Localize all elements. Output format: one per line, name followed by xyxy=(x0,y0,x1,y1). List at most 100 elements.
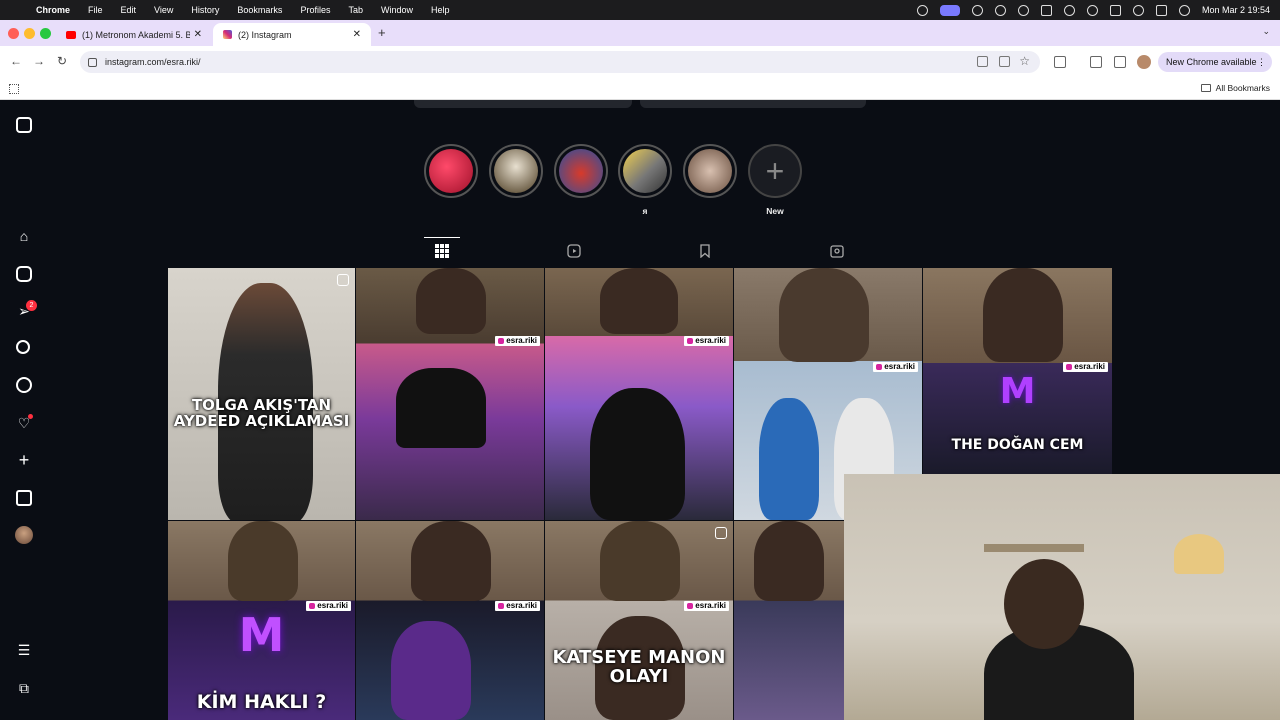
active-tab-indicator xyxy=(424,237,460,238)
webcam-overlay xyxy=(844,474,1280,720)
metronom-logo: M xyxy=(238,608,285,662)
post-photo xyxy=(396,368,486,448)
highlight-item[interactable] xyxy=(683,144,737,206)
input-source-icon[interactable] xyxy=(1040,4,1052,16)
post-tile[interactable]: esra.riki KATSEYE MANON OLAYI xyxy=(545,521,733,720)
menu-help[interactable]: Help xyxy=(431,5,450,15)
highlight-item[interactable] xyxy=(554,144,608,206)
menu-history[interactable]: History xyxy=(191,5,219,15)
instagram-sidebar: ⌂ ➢ 2 ♡ + ☰ ⧉ xyxy=(0,100,48,720)
close-window-button[interactable] xyxy=(8,28,19,39)
minimize-window-button[interactable] xyxy=(24,28,35,39)
update-label: New Chrome available xyxy=(1166,57,1257,67)
home-icon[interactable]: ⌂ xyxy=(16,228,32,244)
post-tile[interactable]: esra.riki xyxy=(356,268,544,520)
close-tab-icon[interactable]: ✕ xyxy=(353,29,361,40)
username-tag: esra.riki xyxy=(306,601,351,611)
telegram-icon[interactable] xyxy=(971,4,983,16)
url-text[interactable]: instagram.com/esra.riki/ xyxy=(105,57,201,67)
posts-grid-icon[interactable] xyxy=(435,244,449,258)
bookmark-star-icon[interactable]: ☆ xyxy=(1019,54,1030,68)
saved-bookmark-icon[interactable] xyxy=(698,244,712,258)
also-from-meta-icon[interactable]: ⧉ xyxy=(16,680,32,696)
tab-youtube[interactable]: (1) Metronom Akademi 5. Bölü ✕ xyxy=(56,23,212,46)
sync-icon[interactable] xyxy=(994,4,1006,16)
install-app-icon[interactable] xyxy=(999,56,1010,67)
control-center-icon[interactable] xyxy=(1155,4,1167,16)
reel-badge-icon xyxy=(337,274,349,286)
menu-app-name[interactable]: Chrome xyxy=(36,5,70,15)
profile-avatar[interactable] xyxy=(15,526,33,544)
post-tile[interactable]: esra.riki M KİM HAKLI ? xyxy=(168,521,355,720)
chrome-profile-avatar[interactable] xyxy=(1137,55,1151,69)
instagram-logo-icon[interactable] xyxy=(16,117,32,133)
view-archive-button[interactable] xyxy=(640,100,866,108)
search-icon[interactable] xyxy=(16,340,30,354)
address-bar[interactable]: instagram.com/esra.riki/ ☆ xyxy=(80,51,1040,73)
highlight-item[interactable]: я xyxy=(618,144,672,216)
translate-icon[interactable] xyxy=(977,56,988,67)
post-tile[interactable]: TOLGA AKIŞ'TAN AYDEED AÇIKLAMASI xyxy=(168,268,355,520)
update-chrome-button[interactable]: New Chrome available ⋮ xyxy=(1158,52,1272,72)
new-tab-button[interactable]: + xyxy=(378,25,386,40)
apps-grid-icon[interactable] xyxy=(9,84,19,94)
reels-icon[interactable] xyxy=(16,266,32,282)
battery-icon[interactable] xyxy=(1109,4,1121,16)
edit-profile-button[interactable] xyxy=(414,100,632,108)
play-icon[interactable] xyxy=(1017,4,1029,16)
create-plus-icon[interactable]: + xyxy=(16,451,32,469)
reels-tab-icon[interactable] xyxy=(567,244,581,258)
menu-tab[interactable]: Tab xyxy=(348,5,363,15)
menu-file[interactable]: File xyxy=(88,5,103,15)
extensions-icon[interactable] xyxy=(1054,56,1066,68)
username-tag: esra.riki xyxy=(495,336,540,346)
menu-view[interactable]: View xyxy=(154,5,173,15)
notification-dot xyxy=(28,414,33,419)
menu-profiles[interactable]: Profiles xyxy=(300,5,330,15)
user-icon[interactable] xyxy=(1063,4,1075,16)
menu-bookmarks[interactable]: Bookmarks xyxy=(237,5,282,15)
siri-icon[interactable] xyxy=(1178,4,1190,16)
wifi-icon[interactable] xyxy=(1086,4,1098,16)
back-arrow-icon[interactable]: ← xyxy=(10,54,22,68)
kebab-menu-icon[interactable]: ⋮ xyxy=(1257,57,1266,68)
post-photo xyxy=(600,268,678,334)
post-photo xyxy=(411,521,491,601)
post-photo xyxy=(416,268,486,334)
username-tag: esra.riki xyxy=(1063,362,1108,372)
new-highlight-button[interactable]: + New xyxy=(748,144,802,216)
explore-icon[interactable] xyxy=(16,377,32,393)
active-app-icon[interactable] xyxy=(939,4,960,16)
menu-edit[interactable]: Edit xyxy=(121,5,137,15)
instagram-icon xyxy=(223,30,232,39)
more-menu-icon[interactable]: ☰ xyxy=(16,642,32,658)
highlight-label: я xyxy=(642,206,648,216)
tab-instagram[interactable]: (2) Instagram ✕ xyxy=(213,23,371,46)
post-tile[interactable] xyxy=(734,521,844,720)
tab-search-chevron-icon[interactable]: ⌄ xyxy=(1262,26,1270,37)
screen-record-icon[interactable] xyxy=(916,4,928,16)
downloads-icon[interactable] xyxy=(1090,56,1102,68)
dashboard-icon[interactable] xyxy=(16,490,32,506)
tagged-icon[interactable] xyxy=(830,244,844,258)
zoom-window-button[interactable] xyxy=(40,28,51,39)
menu-window[interactable]: Window xyxy=(381,5,413,15)
post-tile[interactable]: esra.riki xyxy=(356,521,544,720)
post-caption-overlay: KATSEYE MANON OLAYI xyxy=(552,647,726,687)
reload-icon[interactable]: ↻ xyxy=(57,54,67,68)
tab-strip: (1) Metronom Akademi 5. Bölü ✕ (2) Insta… xyxy=(0,20,1280,46)
menubar-status-area: Mon Mar 2 19:54 xyxy=(916,0,1270,20)
highlight-label: New xyxy=(766,206,784,216)
post-tile[interactable]: esra.riki M THE DOĞAN CEM xyxy=(923,268,1112,474)
username-tag: esra.riki xyxy=(684,601,729,611)
highlight-item[interactable] xyxy=(489,144,543,206)
close-tab-icon[interactable]: ✕ xyxy=(194,29,202,40)
site-info-icon[interactable] xyxy=(88,57,97,67)
media-controls-icon[interactable] xyxy=(1114,56,1126,68)
highlight-item[interactable] xyxy=(424,144,478,206)
menubar-clock[interactable]: Mon Mar 2 19:54 xyxy=(1202,5,1270,15)
post-tile[interactable]: esra.riki xyxy=(545,268,733,520)
all-bookmarks-button[interactable]: All Bookmarks xyxy=(1200,83,1270,93)
spotlight-icon[interactable] xyxy=(1132,4,1144,16)
forward-arrow-icon[interactable]: → xyxy=(33,54,45,68)
